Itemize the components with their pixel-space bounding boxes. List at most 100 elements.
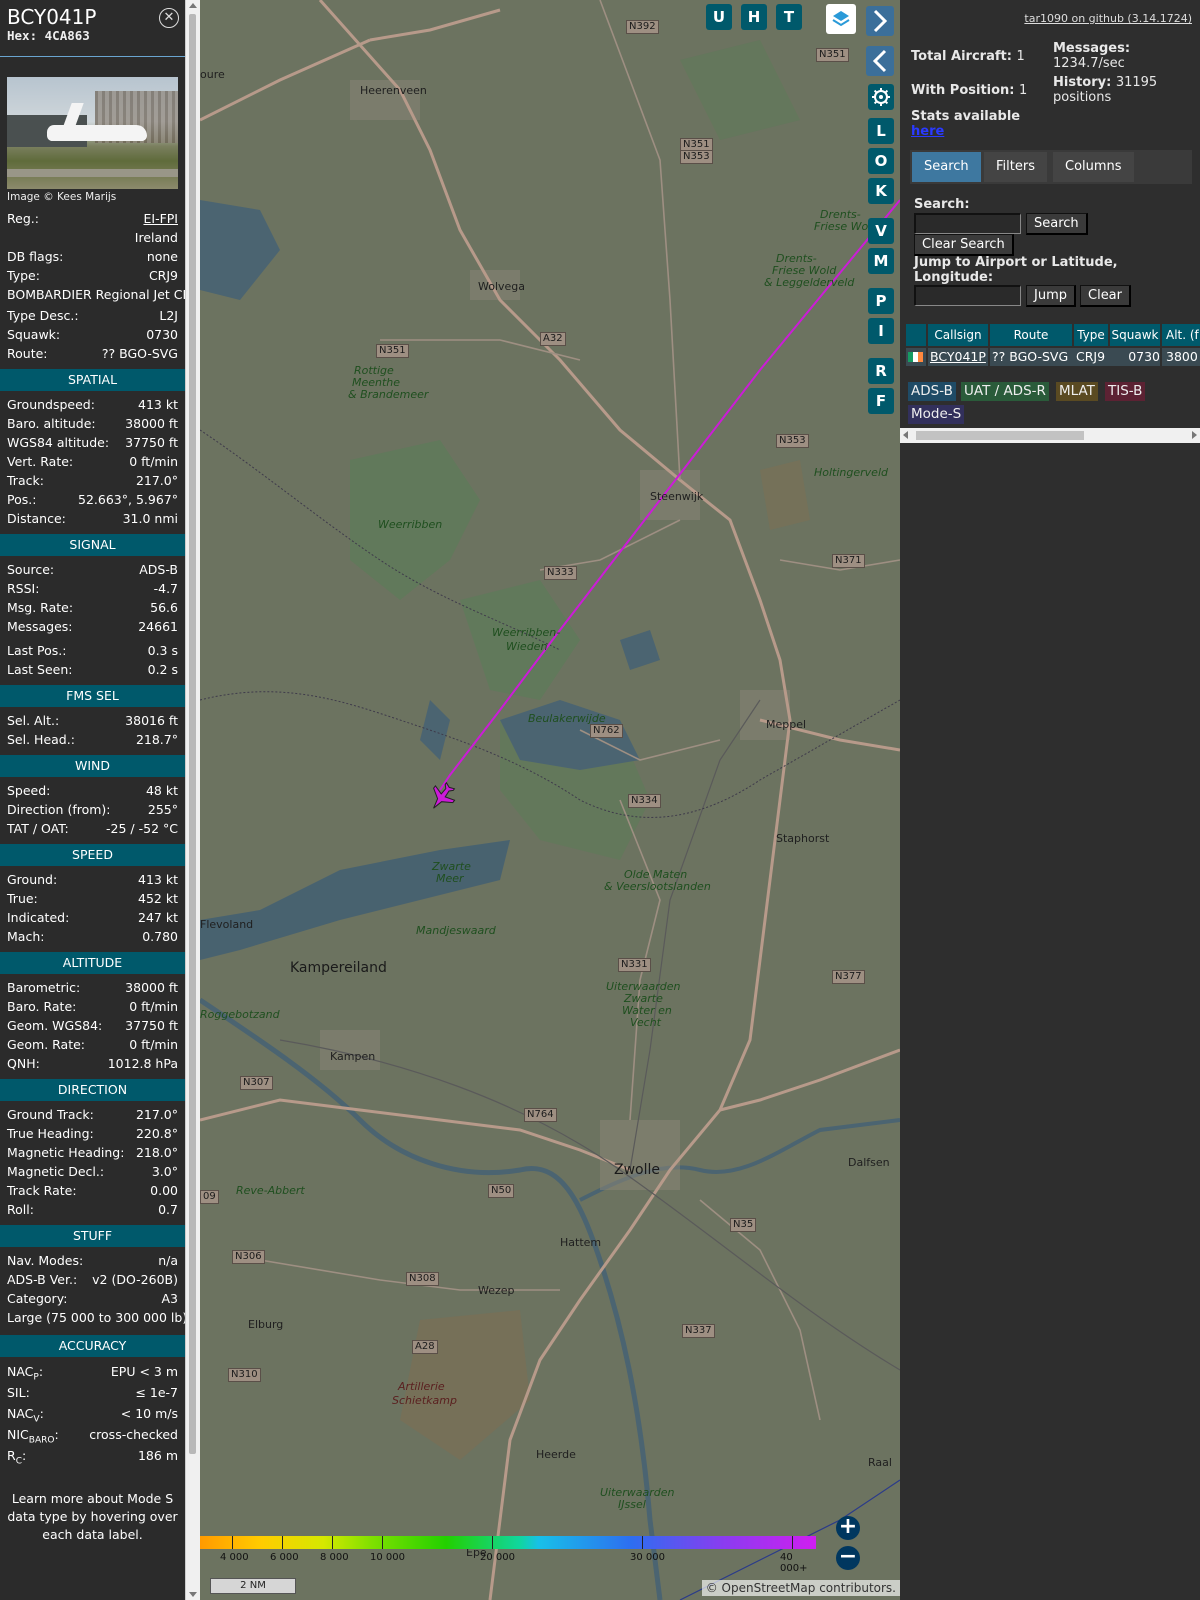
detail-row: Last Seen: 0.2 s <box>0 660 185 679</box>
table-row-squawk[interactable]: 0730 <box>1110 348 1160 366</box>
table-row-route[interactable]: ?? BGO-SVG <box>990 348 1074 366</box>
map-place-label: Steenwijk <box>650 490 704 503</box>
map-button-v[interactable]: V <box>868 218 894 244</box>
map-place-label: Kampereiland <box>290 960 387 976</box>
scrollbar-thumb[interactable] <box>916 431 1084 440</box>
detail-row: Barometric: 38000 ft <box>0 978 185 997</box>
detail-label: WGS84 altitude: <box>7 435 110 450</box>
road-shield: N334 <box>628 794 661 808</box>
map-place-label: Meer <box>436 872 464 885</box>
road-shield: N764 <box>524 1108 557 1122</box>
table-header-callsign[interactable]: Callsign <box>928 324 988 346</box>
map-place-label: Kampen <box>330 1050 376 1063</box>
table-header-route[interactable]: Route <box>990 324 1072 346</box>
section-header-fms-sel: FMS SEL <box>0 685 185 707</box>
info-panel-scrollbar[interactable] <box>185 0 200 1600</box>
clear-search-button[interactable]: Clear Search <box>914 234 1014 256</box>
detail-value: 0 ft/min <box>129 1037 178 1052</box>
map-place-label: Weerribben <box>378 518 443 531</box>
table-row-altitude[interactable]: 3800 <box>1162 348 1200 366</box>
map-place-label: Roggebotzand <box>200 1008 280 1021</box>
map-view[interactable]: Heerenveen oure Wolvega Steenwijk Meppel Stap… <box>200 0 900 1600</box>
accuracy-value: 186 m <box>137 1448 178 1463</box>
table-row-callsign[interactable]: BCY041P <box>928 348 988 366</box>
map-button-m[interactable]: M <box>868 248 894 274</box>
altitude-tick <box>232 1536 233 1549</box>
settings-gear-icon[interactable] <box>868 84 894 110</box>
road-shield: A28 <box>412 1340 438 1354</box>
scroll-down-icon[interactable] <box>189 1592 197 1597</box>
detail-row: Sel. Alt.: 38016 ft <box>0 711 185 730</box>
detail-row: RSSI: -4.7 <box>0 579 185 598</box>
detail-row: Route: ?? BGO-SVG <box>0 344 185 363</box>
table-row-type[interactable]: CRJ9 <box>1074 348 1110 366</box>
zoom-out-icon[interactable]: − <box>836 1546 860 1570</box>
osm-link[interactable]: OpenStreetMap <box>722 1581 816 1595</box>
stats-here-link[interactable]: here <box>911 124 944 139</box>
jump-button[interactable]: Jump <box>1026 285 1076 307</box>
scroll-left-icon[interactable] <box>903 431 908 439</box>
registration-link[interactable]: EI-FPI <box>143 209 178 228</box>
layers-icon[interactable] <box>826 4 856 34</box>
close-icon[interactable]: ✕ <box>159 8 179 28</box>
detail-label: Reg.: <box>7 211 39 226</box>
source-badge[interactable]: UAT / ADS-R <box>961 382 1049 401</box>
search-button[interactable]: Search <box>1026 213 1088 235</box>
map-button-p[interactable]: P <box>868 288 894 314</box>
table-header-altitude[interactable]: Alt. (f <box>1162 324 1200 346</box>
scroll-up-icon[interactable] <box>189 3 197 8</box>
road-shield: N308 <box>406 1272 439 1286</box>
search-input[interactable] <box>914 213 1021 234</box>
github-link[interactable]: tar1090 on github (3.14.1724) <box>1024 12 1192 25</box>
scrollbar-thumb[interactable] <box>189 14 196 1454</box>
map-place-label: Heerenveen <box>360 84 427 97</box>
tab-columns[interactable]: Columns <box>1053 152 1134 182</box>
detail-value: 0 ft/min <box>129 999 178 1014</box>
map-button-o[interactable]: O <box>868 148 894 174</box>
map-button-k[interactable]: K <box>868 178 894 204</box>
detail-label: Magnetic Heading: <box>7 1145 125 1160</box>
source-badge[interactable]: Mode-S <box>908 405 965 424</box>
altitude-tick <box>642 1536 643 1549</box>
map-button-l[interactable]: L <box>868 118 894 144</box>
detail-value: 0730 <box>146 327 178 342</box>
jump-label: Jump to Airport or Latitude, Longitude: <box>914 255 1118 285</box>
detail-value: none <box>146 249 178 264</box>
table-header-squawk[interactable]: Squawk <box>1110 324 1160 346</box>
table-header-type[interactable]: Type <box>1074 324 1108 346</box>
expand-panel-icon[interactable] <box>866 6 894 36</box>
map-toggle-t-button[interactable]: T <box>776 4 802 30</box>
map-scale: 2 NM <box>210 1578 296 1594</box>
jump-input[interactable] <box>914 285 1021 306</box>
detail-label: Msg. Rate: <box>7 600 74 615</box>
source-badge[interactable]: MLAT <box>1056 382 1098 401</box>
map-button-i[interactable]: I <box>868 318 894 344</box>
section-header-signal: SIGNAL <box>0 534 185 556</box>
road-shield: N306 <box>232 1250 265 1264</box>
source-badge[interactable]: ADS-B <box>908 382 956 401</box>
detail-row: Groundspeed: 413 kt <box>0 395 185 414</box>
detail-value: 38000 ft <box>125 980 178 995</box>
aircraft-photo[interactable] <box>7 77 178 189</box>
altitude-legend: 4 000 6 000 8 000 10 000 20 000 30 000 40 000+ <box>200 1536 816 1574</box>
map-toggle-h-button[interactable]: H <box>741 4 767 30</box>
detail-value: -4.7 <box>153 581 178 596</box>
jump-clear-button[interactable]: Clear <box>1080 285 1131 307</box>
zoom-in-icon[interactable]: + <box>836 1516 860 1540</box>
detail-label: Direction (from): <box>7 802 111 817</box>
map-button-r[interactable]: R <box>868 358 894 384</box>
section-header-wind: WIND <box>0 755 185 777</box>
map-button-f[interactable]: F <box>868 388 894 414</box>
tab-filters[interactable]: Filters <box>984 152 1047 182</box>
detail-label: Ground Track: <box>7 1107 94 1122</box>
scroll-right-icon[interactable] <box>1192 431 1197 439</box>
collapse-panel-icon[interactable] <box>866 46 894 76</box>
detail-label: Pos.: <box>7 492 37 507</box>
detail-value: 413 kt <box>138 872 178 887</box>
map-attribution: © OpenStreetMap contributors. <box>701 1580 900 1596</box>
source-badge[interactable]: TIS-B <box>1105 382 1146 401</box>
table-horizontal-scrollbar[interactable] <box>900 428 1200 443</box>
detail-label: Type Desc.: <box>7 308 79 323</box>
tab-search[interactable]: Search <box>912 152 981 182</box>
map-toggle-u-button[interactable]: U <box>706 4 732 30</box>
